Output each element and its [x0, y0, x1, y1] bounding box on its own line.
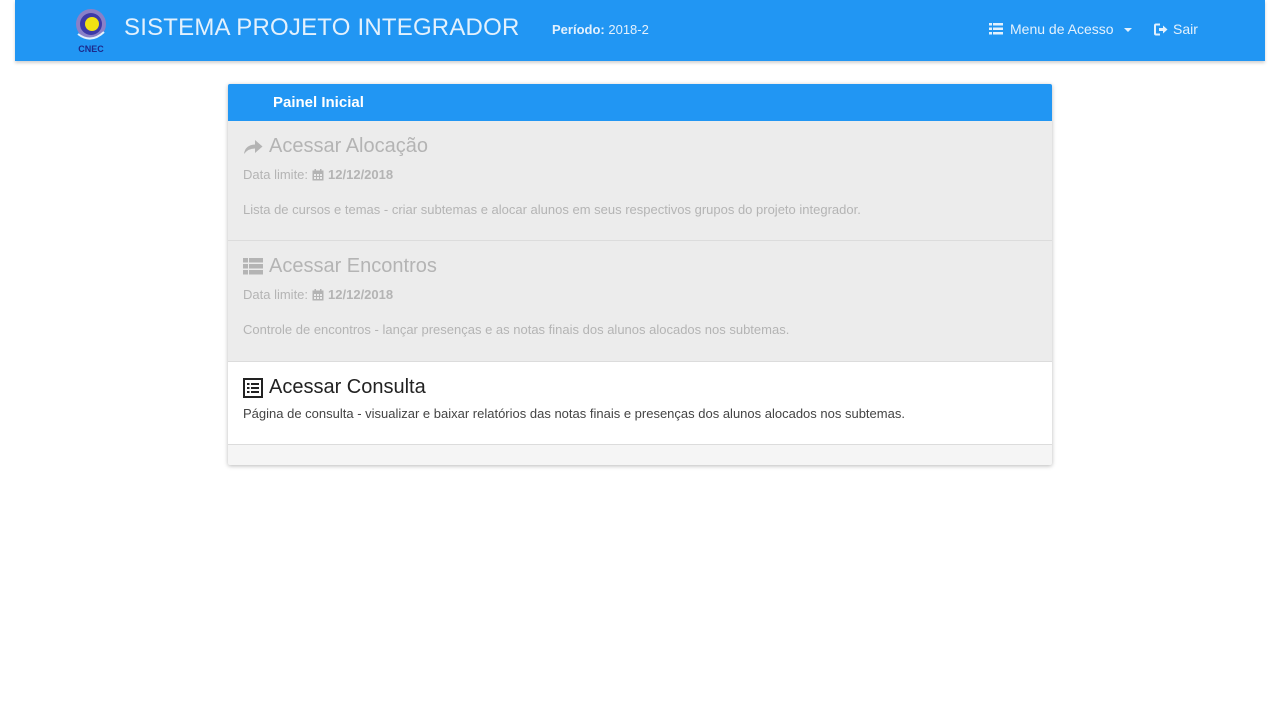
calendar-icon	[312, 168, 324, 180]
period-indicator: Período: 2018-2	[552, 22, 649, 37]
share-arrow-icon	[244, 139, 263, 154]
list-icon	[243, 258, 263, 275]
main-panel: Painel Inicial Acessar Alocação Data lim…	[228, 84, 1052, 465]
deadline-label: Data limite:	[243, 287, 309, 302]
logout-link[interactable]: Sair	[1154, 21, 1198, 37]
deadline-value: 12/12/2018	[328, 287, 394, 302]
access-menu-dropdown[interactable]: Menu de Acesso	[989, 21, 1132, 37]
list-item-alocacao[interactable]: Acessar Alocação Data limite: 12/12/2018…	[228, 121, 1052, 241]
list-item-consulta[interactable]: Acessar Consulta Página de consulta - vi…	[228, 362, 1052, 445]
period-label: Período:	[552, 22, 605, 37]
top-navbar: CNEC SISTEMA PROJETO INTEGRADOR Período:…	[15, 0, 1265, 61]
item-description: Controle de encontros - lançar presenças…	[243, 322, 790, 337]
app-title[interactable]: SISTEMA PROJETO INTEGRADOR	[124, 14, 519, 42]
item-title: Acessar Consulta	[269, 376, 426, 398]
list-item-encontros[interactable]: Acessar Encontros Data limite: 12/12/201…	[228, 241, 1052, 362]
list-icon	[989, 23, 1003, 35]
item-description: Lista de cursos e temas - criar subtemas…	[243, 202, 861, 217]
item-title-row: Acessar Encontros	[243, 241, 1037, 278]
item-title-row: Acessar Alocação	[243, 121, 1037, 158]
access-menu-label: Menu de Acesso	[1010, 21, 1114, 37]
item-title: Acessar Alocação	[269, 135, 428, 157]
sign-out-icon	[1154, 23, 1168, 35]
item-deadline: Data limite: 12/12/2018	[243, 287, 1037, 302]
deadline-value: 12/12/2018	[328, 167, 394, 182]
period-value: 2018-2	[608, 22, 649, 37]
item-title: Acessar Encontros	[269, 255, 437, 277]
item-title-row: Acessar Consulta	[243, 362, 1037, 399]
logout-label: Sair	[1173, 21, 1198, 37]
calendar-icon	[312, 288, 324, 300]
item-description: Página de consulta - visualizar e baixar…	[243, 406, 905, 421]
item-deadline: Data limite: 12/12/2018	[243, 167, 1037, 182]
panel-title: Painel Inicial	[228, 84, 1052, 121]
svg-text:CNEC: CNEC	[78, 44, 104, 54]
caret-down-icon	[1123, 28, 1132, 32]
cnec-logo[interactable]: CNEC	[65, 4, 117, 56]
list-alt-icon	[243, 377, 263, 398]
deadline-label: Data limite:	[243, 167, 309, 182]
